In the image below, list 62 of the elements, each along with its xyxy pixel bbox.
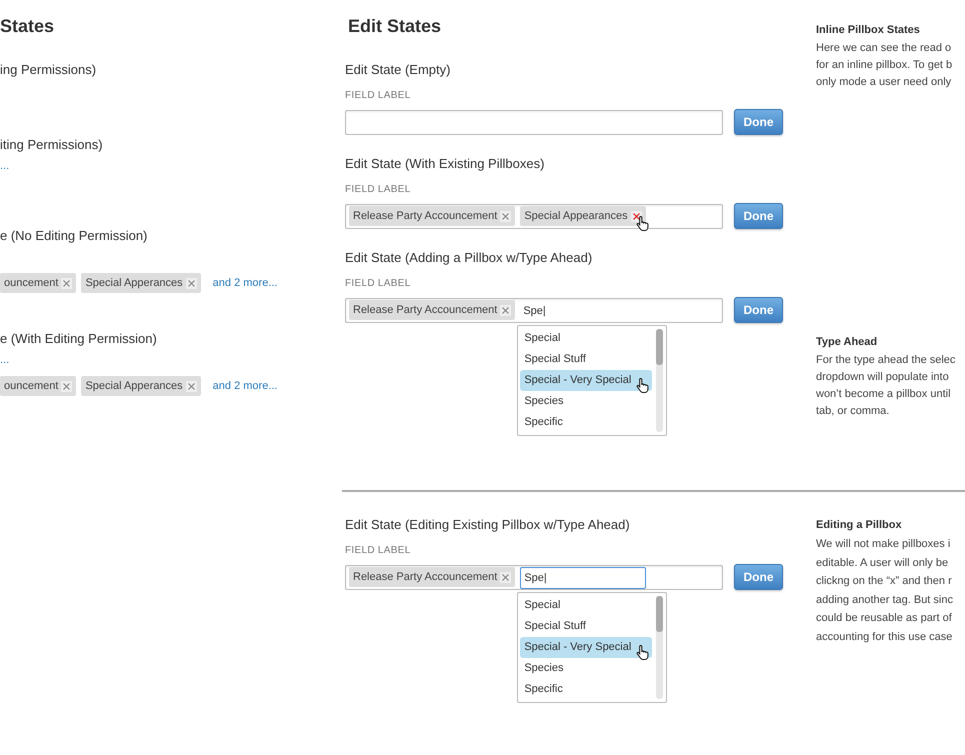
dropdown-option[interactable]: Special bbox=[520, 328, 652, 349]
dropdown-option[interactable]: Special - Very Special bbox=[520, 637, 652, 658]
state-title: e (With Editing Permission) bbox=[0, 331, 157, 347]
field-label: FIELD LABEL bbox=[345, 545, 411, 557]
note-text: We will not make pillboxes i bbox=[816, 537, 952, 552]
note-title: Type Ahead bbox=[816, 335, 878, 349]
dropdown-option[interactable]: Species bbox=[520, 658, 652, 679]
hand-cursor-icon bbox=[636, 644, 650, 661]
tag-label: Release Party Accouncement bbox=[353, 570, 498, 584]
hand-cursor-icon bbox=[636, 377, 650, 394]
note-text: won’t become a pillbox until bbox=[816, 387, 952, 402]
add-link[interactable]: ... bbox=[0, 353, 10, 367]
scrollbar[interactable] bbox=[656, 329, 664, 432]
typed-text[interactable]: Spe| bbox=[520, 567, 646, 589]
state-title: Edit State (With Existing Pillboxes) bbox=[345, 156, 544, 172]
tag-label: Release Party Accouncement bbox=[353, 209, 498, 223]
dropdown-option[interactable]: Specific bbox=[520, 412, 652, 433]
note-text: tab, or comma. bbox=[816, 404, 890, 419]
note-text: adding another tag. But sinc bbox=[816, 592, 954, 608]
dropdown-option[interactable]: Special - Very Special bbox=[520, 370, 652, 391]
note-text: editable. A user will only be bbox=[816, 556, 950, 570]
note-text: clickng on the “x” and then r bbox=[816, 574, 953, 589]
tag-label: ouncement bbox=[4, 276, 58, 290]
note-text: for an inline pillbox. To get b bbox=[816, 58, 954, 73]
note-title: Inline Pillbox States bbox=[816, 23, 921, 37]
state-title: Edit State (Empty) bbox=[345, 62, 450, 78]
state-title: iting Permissions) bbox=[0, 137, 103, 153]
add-link[interactable]: ... bbox=[0, 159, 10, 173]
dropdown-option[interactable]: Specific bbox=[520, 679, 652, 700]
field-label: FIELD LABEL bbox=[345, 278, 411, 290]
dropdown-option[interactable]: Special Stuff bbox=[520, 616, 652, 637]
field-label: FIELD LABEL bbox=[345, 90, 411, 102]
more-link[interactable]: and 2 more... bbox=[212, 378, 278, 394]
pillbox-field[interactable] bbox=[345, 110, 723, 134]
tag-label: Release Party Accouncement bbox=[353, 303, 498, 317]
note-text: dropdown will populate into bbox=[816, 370, 950, 385]
state-title: Edit State (Adding a Pillbox w/Type Ahead) bbox=[345, 250, 592, 266]
tag-label: ouncement bbox=[4, 379, 58, 393]
section-heading: Edit States bbox=[348, 15, 442, 37]
close-icon[interactable] bbox=[630, 210, 642, 222]
dropdown-option[interactable]: Special bbox=[520, 595, 652, 616]
note-text: Here we can see the read o bbox=[816, 41, 952, 56]
note-title: Editing a Pillbox bbox=[816, 518, 903, 532]
tag-label: Special Apperances bbox=[85, 379, 183, 393]
note-text: could be reusable as part of bbox=[816, 611, 953, 626]
tag-label: Special Apperances bbox=[85, 276, 183, 290]
state-title: Edit State (Editing Existing Pillbox w/Type Ahead) bbox=[345, 517, 630, 533]
section-heading: States bbox=[0, 15, 54, 37]
hand-cursor-icon bbox=[636, 215, 650, 232]
state-title: e (No Editing Permission) bbox=[0, 228, 148, 244]
state-title: ing Permissions) bbox=[0, 62, 96, 78]
pillbox-field[interactable]: Release Party Accouncement Special Appearances bbox=[345, 204, 723, 228]
field-label: FIELD LABEL bbox=[345, 184, 411, 196]
dropdown-option[interactable]: Species bbox=[520, 391, 652, 412]
note-text: accounting for this use case bbox=[816, 630, 954, 644]
note-text: For the type ahead the selec bbox=[816, 353, 956, 368]
scrollbar[interactable] bbox=[656, 596, 664, 699]
more-link[interactable]: and 2 more... bbox=[212, 274, 278, 292]
tag-label: Special Appearances bbox=[524, 209, 628, 223]
note-text: only mode a user need only bbox=[816, 75, 952, 90]
dropdown-option[interactable]: Special Stuff bbox=[520, 349, 652, 370]
typed-text[interactable]: Spe| bbox=[520, 302, 549, 320]
